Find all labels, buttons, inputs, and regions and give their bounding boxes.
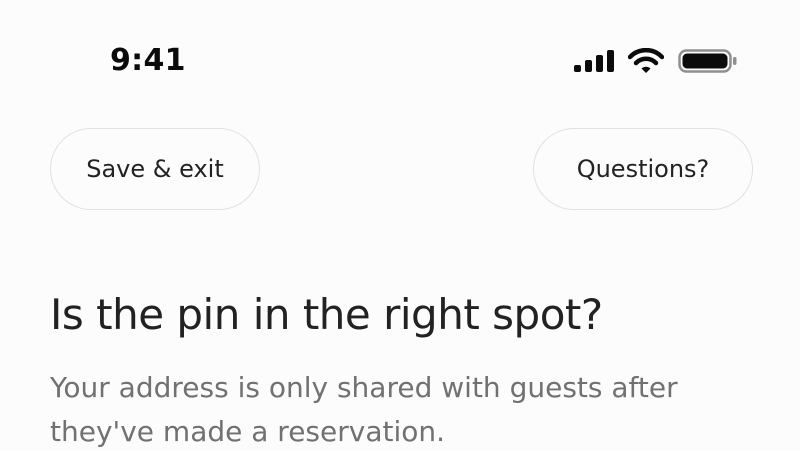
save-and-exit-button[interactable]: Save & exit [50,128,260,210]
page-subtitle: Your address is only shared with guests … [50,371,678,448]
battery-icon [678,49,737,73]
questions-label: Questions? [576,155,710,183]
status-time: 9:41 [110,43,186,78]
save-and-exit-label: Save & exit [86,155,224,183]
wifi-icon [628,48,664,73]
status-icons [574,45,738,75]
questions-button[interactable]: Questions? [533,128,753,210]
page-title: Is the pin in the right spot? [50,290,603,339]
cellular-signal-icon [574,50,614,72]
